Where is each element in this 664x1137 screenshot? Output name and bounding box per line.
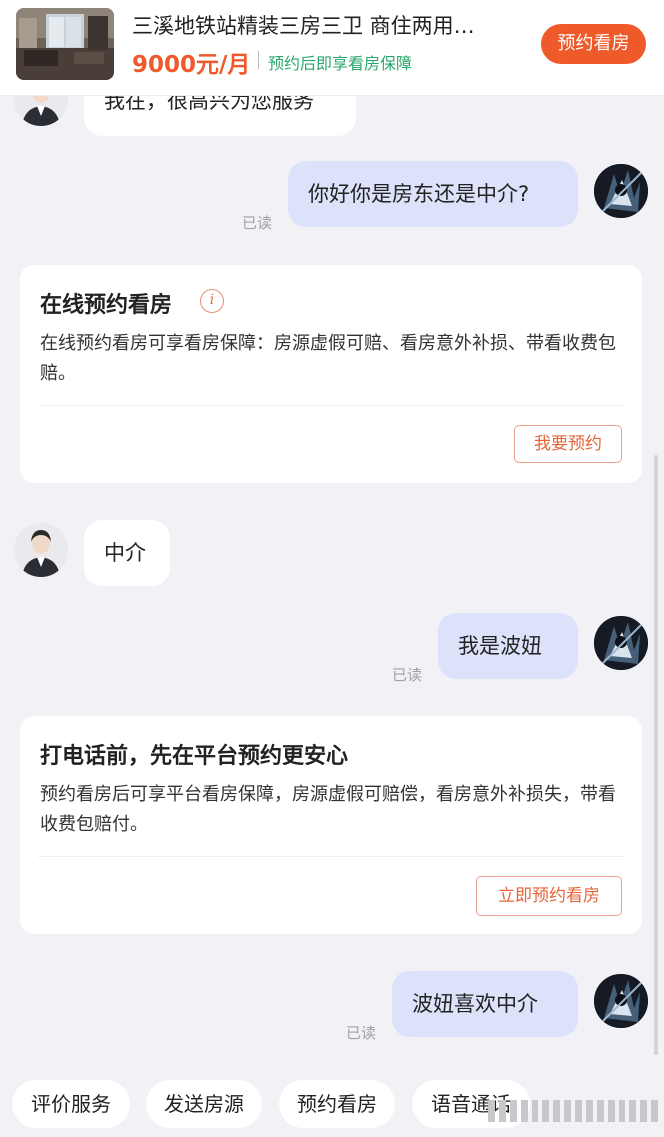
message-text: 波妞喜欢中介 xyxy=(412,992,538,1016)
chat-bubble-user[interactable]: 波妞喜欢中介 xyxy=(392,971,578,1037)
user-avatar[interactable] xyxy=(594,974,648,1028)
read-status: 已读 xyxy=(392,666,423,684)
quick-action-book-viewing[interactable]: 预约看房 xyxy=(279,1080,395,1128)
card-body: 在线预约看房可享看房保障：房源虚假可赔、看房意外补损、带看收费包赔。 xyxy=(40,333,616,384)
card-title: 在线预约看房 xyxy=(40,293,173,318)
book-viewing-now-button[interactable]: 立即预约看房 xyxy=(476,876,622,916)
divider xyxy=(258,51,259,69)
message-text: 你好你是房东还是中介? xyxy=(308,182,530,206)
chat-bubble-user[interactable]: 我是波妞 xyxy=(438,613,578,679)
book-now-button[interactable]: 我要预约 xyxy=(514,425,622,463)
listing-price: 9000元/月 xyxy=(132,52,251,78)
card-body: 预约看房后可享平台看房保障，房源虚假可赔偿，看房意外补损失，带看收费包赔付。 xyxy=(40,784,616,835)
watermark-bars xyxy=(488,1098,658,1124)
agent-avatar[interactable] xyxy=(14,523,68,577)
quick-action-send-listing[interactable]: 发送房源 xyxy=(146,1080,262,1128)
message-text: 中介 xyxy=(104,541,146,565)
read-status: 已读 xyxy=(346,1024,377,1042)
call-booking-card: 打电话前，先在平台预约更安心 预约看房后可享平台看房保障，房源虚假可赔偿，看房意… xyxy=(20,716,642,934)
user-avatar[interactable] xyxy=(594,616,648,670)
listing-title[interactable]: 三溪地铁站精装三房三卫 商住两用… xyxy=(132,10,522,40)
chat-bubble-user[interactable]: 你好你是房东还是中介? xyxy=(288,161,578,227)
guarantee-text: 预约后即享看房保障 xyxy=(268,54,413,73)
online-booking-card: 在线预约看房 i 在线预约看房可享看房保障：房源虚假可赔、看房意外补损、带看收费… xyxy=(20,265,642,483)
user-avatar[interactable] xyxy=(594,164,648,218)
listing-header[interactable]: 三溪地铁站精装三房三卫 商住两用… 9000元/月 预约后即享看房保障 预约看房 xyxy=(0,0,664,96)
chat-page: 三溪地铁站精装三房三卫 商住两用… 9000元/月 预约后即享看房保障 预约看房… xyxy=(0,0,664,1137)
card-title: 打电话前，先在平台预约更安心 xyxy=(40,744,349,769)
quick-action-rate-service[interactable]: 评价服务 xyxy=(12,1080,130,1128)
card-divider xyxy=(38,856,624,857)
card-divider xyxy=(38,405,624,406)
scrollbar[interactable] xyxy=(654,455,658,1055)
book-viewing-button[interactable]: 预约看房 xyxy=(541,24,646,64)
chat-bubble-agent[interactable]: 中介 xyxy=(84,520,170,586)
listing-thumbnail[interactable] xyxy=(16,8,114,80)
read-status: 已读 xyxy=(242,214,273,232)
info-icon[interactable]: i xyxy=(200,289,224,313)
message-text: 我是波妞 xyxy=(458,634,542,658)
